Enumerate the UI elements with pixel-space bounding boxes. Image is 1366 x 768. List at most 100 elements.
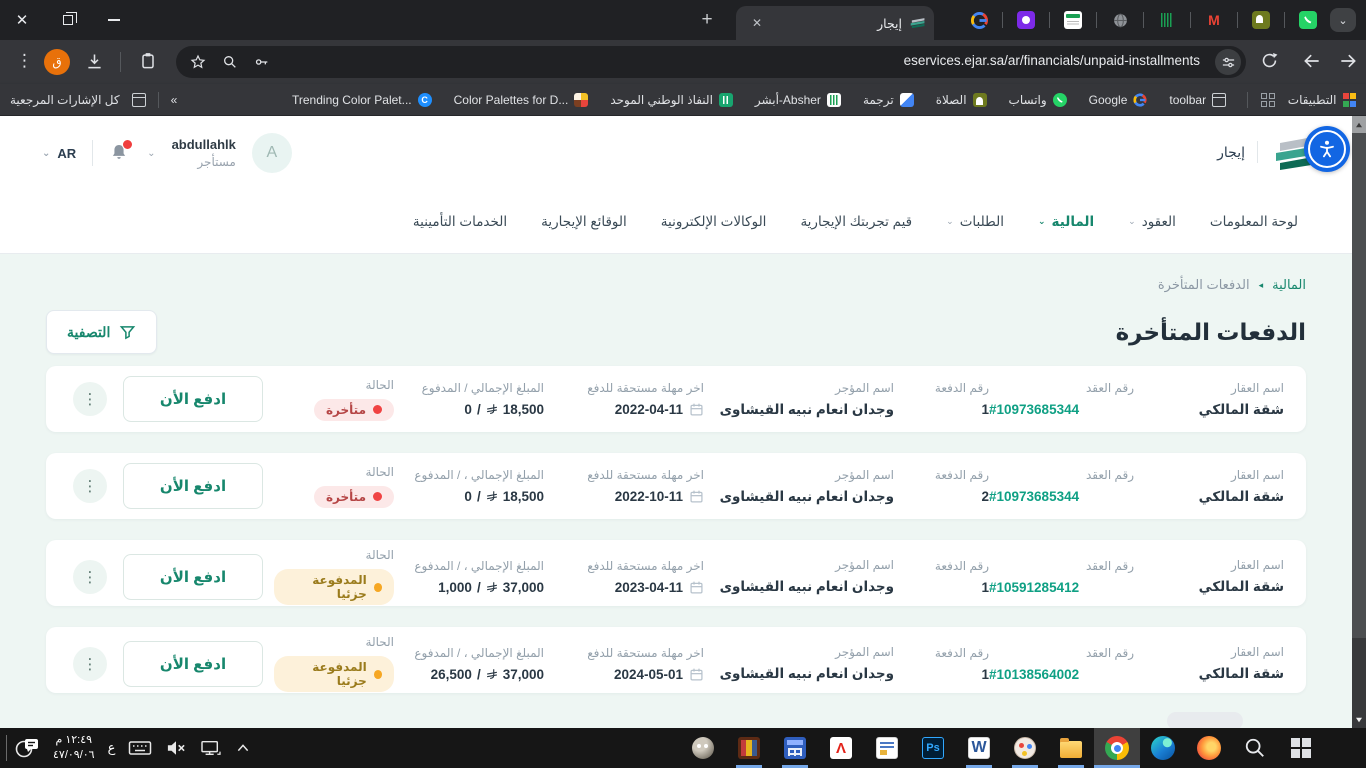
bookmark-prayer[interactable]: الصلاة bbox=[936, 93, 987, 107]
contract-number-link[interactable]: #10973685344 bbox=[989, 402, 1134, 417]
kebab-menu-button[interactable]: ⋮ bbox=[73, 560, 107, 594]
filter-button[interactable]: التصفية bbox=[46, 310, 157, 354]
taskbar-start[interactable] bbox=[1278, 728, 1324, 768]
tray-chevron-up-icon[interactable] bbox=[235, 742, 251, 754]
bookmark-color-palettes[interactable]: Color Palettes for D... bbox=[454, 93, 589, 107]
taskbar-word[interactable]: W bbox=[956, 728, 1002, 768]
taskbar-office-doc[interactable] bbox=[864, 728, 910, 768]
pinned-tab-prayer[interactable] bbox=[1252, 11, 1270, 29]
bookmark-translate[interactable]: ترجمة bbox=[863, 93, 914, 107]
volume-muted-icon[interactable] bbox=[165, 739, 187, 757]
search-icon bbox=[1244, 737, 1266, 759]
user-info[interactable]: abdullahlk مستأجر bbox=[172, 136, 236, 170]
all-bookmarks-label[interactable]: كل الإشارات المرجعية bbox=[10, 93, 120, 107]
bookmark-apps[interactable]: التطبيقات bbox=[1288, 93, 1356, 107]
network-icon[interactable] bbox=[200, 739, 222, 757]
taskbar-chrome[interactable] bbox=[1094, 728, 1140, 768]
search-lens-icon[interactable] bbox=[222, 54, 238, 70]
url-bar[interactable]: eservices.ejar.sa/ar/financials/unpaid-i… bbox=[176, 46, 1246, 78]
nav-e-agencies[interactable]: الوكالات الإلكترونية bbox=[661, 214, 767, 230]
pinned-tab-gmail[interactable]: M bbox=[1205, 11, 1223, 29]
url-text[interactable]: eservices.ejar.sa/ar/financials/unpaid-i… bbox=[904, 53, 1200, 68]
profile-avatar[interactable]: ق bbox=[44, 49, 70, 75]
property-label: اسم العقار bbox=[1134, 645, 1284, 659]
nav-requests[interactable]: الطلبات⌄ bbox=[946, 214, 1004, 230]
forward-icon[interactable] bbox=[1338, 51, 1358, 71]
nav-contracts[interactable]: العقود⌄ bbox=[1128, 214, 1176, 230]
clipboard-icon[interactable] bbox=[138, 51, 158, 71]
tab-search-chevron-button[interactable]: ⌄ bbox=[1330, 8, 1356, 32]
pinned-tabs: M bbox=[956, 0, 1331, 40]
nav-rate-experience[interactable]: قيم تجربتك الإيجارية bbox=[800, 214, 912, 230]
bookmark-absher[interactable]: أبشر-Absher bbox=[755, 93, 841, 107]
new-tab-button[interactable]: + bbox=[694, 7, 720, 33]
nav-dashboard[interactable]: لوحة المعلومات bbox=[1210, 214, 1298, 230]
nav-label: قيم تجربتك الإيجارية bbox=[800, 214, 912, 230]
kebab-menu-button[interactable]: ⋮ bbox=[73, 647, 107, 681]
downloads-icon[interactable] bbox=[84, 51, 105, 72]
language-selector[interactable]: ⌄ AR bbox=[42, 146, 76, 161]
taskbar-file-explorer[interactable] bbox=[1048, 728, 1094, 768]
pinned-tab-google[interactable] bbox=[970, 11, 988, 29]
taskbar-winrar[interactable] bbox=[726, 728, 772, 768]
pinned-tab-absher[interactable] bbox=[1158, 11, 1176, 29]
pay-now-button[interactable]: ادفع الأن bbox=[123, 463, 263, 509]
notifications-bell-button[interactable] bbox=[109, 142, 131, 164]
back-icon[interactable] bbox=[1302, 51, 1322, 71]
window-restore-button[interactable] bbox=[48, 0, 88, 40]
password-key-icon[interactable] bbox=[254, 54, 270, 70]
bookmark-whatsapp[interactable]: واتساب bbox=[1009, 93, 1067, 107]
apps-grid-icon[interactable] bbox=[1261, 93, 1275, 107]
pay-now-button[interactable]: ادفع الأن bbox=[123, 376, 263, 422]
taskbar-firefox[interactable] bbox=[1186, 728, 1232, 768]
taskbar-clock[interactable]: ١٢:٤٩ م ٤٧/٠٩/٠٦ bbox=[53, 733, 95, 763]
bookmark-nafath[interactable]: النفاذ الوطني الموحد bbox=[610, 93, 733, 107]
site-settings-icon[interactable] bbox=[1215, 49, 1241, 75]
tab-close-icon[interactable]: ✕ bbox=[748, 16, 766, 30]
reload-icon[interactable] bbox=[1260, 51, 1279, 70]
user-avatar[interactable]: A bbox=[252, 133, 292, 173]
bookmark-star-icon[interactable] bbox=[190, 54, 206, 70]
active-tab[interactable]: ✕ إيجار bbox=[736, 6, 934, 40]
breadcrumb-parent[interactable]: المالية bbox=[1272, 277, 1306, 293]
all-bookmarks-icon[interactable] bbox=[132, 93, 146, 107]
pinned-tab-globe[interactable] bbox=[1111, 11, 1129, 29]
taskbar-calculator[interactable] bbox=[772, 728, 818, 768]
contract-number-link[interactable]: #10973685344 bbox=[989, 489, 1134, 504]
window-minimize-button[interactable] bbox=[94, 0, 134, 40]
bookmark-google[interactable]: Google bbox=[1089, 93, 1148, 107]
scrollbar-up-button[interactable] bbox=[1352, 116, 1366, 133]
pinned-tab-purple-app[interactable] bbox=[1017, 11, 1035, 29]
scrollbar-down-button[interactable] bbox=[1352, 717, 1366, 723]
bookmarks-overflow-chevron[interactable]: « bbox=[171, 93, 178, 107]
scrollbar-thumb[interactable] bbox=[1352, 133, 1366, 638]
pay-now-button[interactable]: ادفع الأن bbox=[123, 554, 263, 600]
accessibility-widget-button[interactable] bbox=[1304, 126, 1350, 172]
taskbar-search[interactable] bbox=[1232, 728, 1278, 768]
page-scrollbar[interactable] bbox=[1352, 116, 1366, 728]
taskbar-gimp[interactable] bbox=[680, 728, 726, 768]
pay-now-button[interactable]: ادفع الأن bbox=[123, 641, 263, 687]
kebab-menu-button[interactable]: ⋮ bbox=[73, 469, 107, 503]
bookmark-trending-palettes[interactable]: Trending Color Palet...C bbox=[292, 93, 432, 107]
nav-financial[interactable]: المالية⌄ bbox=[1038, 214, 1094, 230]
nav-insurance-services[interactable]: الخدمات التأمينية bbox=[413, 214, 507, 230]
notification-area-icon[interactable] bbox=[14, 736, 40, 760]
keyboard-icon[interactable] bbox=[128, 739, 152, 757]
kebab-menu-button[interactable]: ⋮ bbox=[73, 382, 107, 416]
taskbar-acrobat[interactable]: Λ bbox=[818, 728, 864, 768]
user-menu-chevron-icon[interactable]: ⌄ bbox=[147, 148, 155, 159]
window-close-button[interactable]: ✕ bbox=[2, 0, 42, 40]
taskbar-edge[interactable] bbox=[1140, 728, 1186, 768]
bookmark-toolbar[interactable]: toolbar bbox=[1169, 93, 1226, 107]
pinned-tab-whatsapp[interactable] bbox=[1299, 11, 1317, 29]
contract-number-link[interactable]: #10591285412 bbox=[989, 580, 1134, 595]
taskbar-photoshop[interactable]: Ps bbox=[910, 728, 956, 768]
show-desktop-button[interactable] bbox=[6, 735, 7, 761]
contract-number-link[interactable]: #10138564002 bbox=[989, 667, 1134, 682]
browser-menu-button[interactable]: ⋮ bbox=[16, 51, 33, 71]
input-language-indicator[interactable]: ع bbox=[108, 740, 116, 756]
pinned-tab-card-app[interactable] bbox=[1064, 11, 1082, 29]
nav-rental-incidents[interactable]: الوقائع الإيجارية bbox=[541, 214, 627, 230]
taskbar-paint[interactable] bbox=[1002, 728, 1048, 768]
